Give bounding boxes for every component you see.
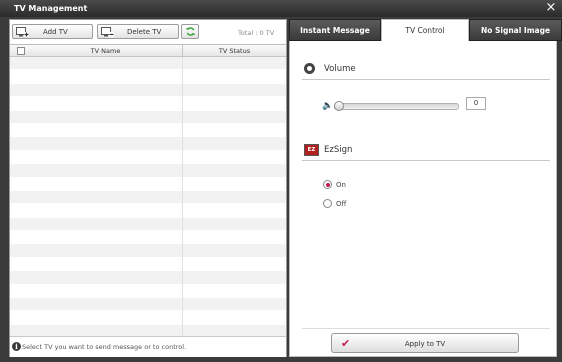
table-row[interactable] [10, 164, 286, 178]
ezsign-on-label: On [336, 181, 346, 189]
apply-to-tv-button[interactable]: ✔ Apply to TV [331, 333, 519, 353]
table-row[interactable] [10, 204, 286, 218]
total-count: Total : 0 TV [238, 29, 275, 37]
refresh-icon [185, 27, 196, 36]
info-icon: i [12, 342, 21, 351]
ezsign-off-radio[interactable] [323, 199, 332, 208]
delete-tv-button[interactable]: Delete TV [97, 24, 179, 39]
table-row[interactable] [10, 217, 286, 232]
delete-tv-label: Delete TV [127, 28, 162, 36]
table-row[interactable] [10, 57, 286, 71]
tv-control-panel: Volume 🔈 0 EZ EzSign On Off ✔ Apply to T… [289, 41, 557, 357]
add-tv-icon [16, 27, 29, 37]
table-row[interactable] [10, 70, 286, 84]
volume-section-header: Volume [302, 61, 550, 80]
divider [302, 328, 550, 329]
table-row[interactable] [10, 83, 286, 98]
volume-value-field[interactable]: 0 [466, 97, 486, 110]
table-row[interactable] [10, 258, 286, 272]
volume-slider-handle[interactable] [334, 101, 344, 111]
add-tv-label: Add TV [43, 28, 68, 36]
add-tv-button[interactable]: Add TV [12, 24, 93, 39]
table-row[interactable] [10, 231, 286, 245]
ezsign-on-radio[interactable] [323, 180, 332, 189]
table-row[interactable] [10, 124, 286, 138]
table-row[interactable] [10, 151, 286, 165]
tv-table: TV Name TV Status [10, 44, 286, 337]
table-row[interactable] [10, 298, 286, 312]
ezsign-icon: EZ [304, 144, 319, 156]
apply-to-tv-label: Apply to TV [404, 340, 446, 348]
tab-bar: Instant Message TV Control No Signal Ima… [289, 19, 562, 41]
delete-tv-icon [101, 27, 114, 37]
window-title: TV Management [14, 4, 88, 13]
tab-no-signal-image[interactable]: No Signal Image [469, 19, 562, 41]
table-header: TV Name TV Status [10, 45, 286, 57]
title-bar: TV Management × [0, 0, 562, 17]
table-row[interactable] [10, 311, 286, 325]
table-row[interactable] [10, 244, 286, 258]
ezsign-title: EzSign [324, 145, 353, 155]
close-icon[interactable]: × [545, 1, 557, 15]
table-row[interactable] [10, 97, 286, 111]
table-row[interactable] [10, 285, 286, 299]
speaker-icon: 🔈 [322, 101, 334, 111]
column-header-tv-name: TV Name [90, 47, 121, 55]
status-message: Select TV you want to send message or to… [22, 343, 187, 351]
refresh-button[interactable] [181, 24, 199, 39]
ezsign-off-label: Off [336, 200, 347, 208]
tv-list-panel: Add TV Delete TV Total : 0 TV TV Name TV… [9, 19, 287, 357]
table-body [10, 57, 286, 337]
tv-toolbar: Add TV Delete TV Total : 0 TV [10, 20, 286, 44]
volume-title: Volume [324, 64, 356, 74]
status-footer: i Select TV you want to send message or … [10, 336, 286, 357]
select-all-checkbox[interactable] [17, 47, 25, 55]
table-row[interactable] [10, 137, 286, 151]
tab-instant-message[interactable]: Instant Message [289, 19, 381, 41]
table-row[interactable] [10, 190, 286, 205]
ezsign-section-header: EZ EzSign [302, 142, 550, 161]
table-row[interactable] [10, 178, 286, 191]
table-row[interactable] [10, 271, 286, 285]
volume-icon [304, 63, 315, 74]
table-row[interactable] [10, 110, 286, 124]
column-header-tv-status: TV Status [218, 47, 251, 55]
volume-slider[interactable] [334, 101, 459, 111]
tab-tv-control[interactable]: TV Control [381, 19, 469, 41]
column-divider [182, 57, 183, 337]
